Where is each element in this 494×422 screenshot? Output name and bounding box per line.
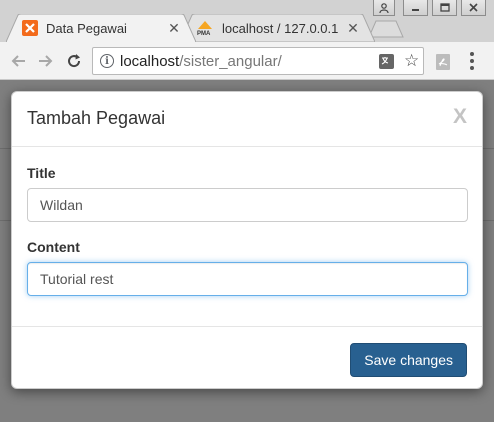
- content-input[interactable]: [27, 262, 468, 296]
- title-label: Title: [27, 165, 56, 181]
- restore-icon[interactable]: [432, 0, 457, 16]
- modal-footer: Save changes: [12, 326, 482, 390]
- add-employee-modal: Tambah Pegawai X Title Content Save chan…: [11, 91, 483, 389]
- xampp-icon: [22, 20, 38, 36]
- tab-title: localhost / 127.0.0.1 /: [222, 20, 339, 36]
- tab-phpmyadmin[interactable]: PMA localhost / 127.0.0.1 / ✕: [180, 14, 375, 42]
- bookmark-star-icon[interactable]: ☆: [404, 51, 419, 71]
- address-bar[interactable]: i localhost/sister_angular/ ☆: [92, 47, 424, 75]
- modal-title: Tambah Pegawai: [27, 108, 166, 128]
- content-label: Content: [27, 239, 80, 255]
- browser-toolbar: i localhost/sister_angular/ ☆: [0, 42, 494, 80]
- pdf-extension-icon[interactable]: [436, 54, 450, 70]
- title-input[interactable]: [27, 188, 468, 222]
- minimize-icon[interactable]: [403, 0, 428, 16]
- phpmyadmin-icon: PMA: [196, 20, 214, 37]
- info-icon[interactable]: i: [100, 54, 114, 68]
- window-controls: [373, 0, 486, 18]
- reload-icon[interactable]: [63, 50, 85, 72]
- url-path: /sister_angular/: [179, 53, 282, 70]
- translate-icon[interactable]: [379, 54, 394, 69]
- close-button[interactable]: X: [453, 105, 467, 129]
- tab-strip: PMA localhost / 127.0.0.1 / ✕ Data Pegaw…: [0, 0, 494, 43]
- url-host: localhost: [120, 53, 180, 70]
- back-arrow-icon[interactable]: [7, 50, 29, 72]
- user-icon[interactable]: [373, 0, 395, 16]
- close-tab-icon[interactable]: ✕: [168, 20, 180, 37]
- svg-text:PMA: PMA: [197, 31, 211, 36]
- forward-arrow-icon[interactable]: [35, 50, 57, 72]
- modal-header: Tambah Pegawai X: [12, 92, 482, 147]
- menu-dots-icon[interactable]: [470, 52, 474, 70]
- tab-title: Data Pegawai: [46, 20, 127, 36]
- close-window-icon[interactable]: [461, 0, 486, 16]
- tab-data-pegawai[interactable]: Data Pegawai ✕: [6, 14, 196, 42]
- close-tab-icon[interactable]: ✕: [347, 20, 359, 37]
- url-text[interactable]: localhost/sister_angular/: [120, 53, 282, 70]
- save-changes-button[interactable]: Save changes: [350, 343, 467, 377]
